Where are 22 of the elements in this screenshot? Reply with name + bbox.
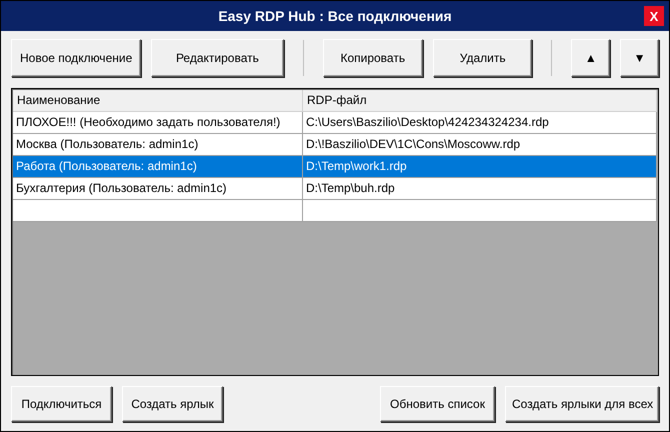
empty-table-cell[interactable] — [13, 200, 303, 222]
move-up-button[interactable]: ▲ — [571, 39, 610, 77]
table-cell[interactable]: Бухгалтерия (Пользователь: admin1c) — [13, 178, 303, 200]
empty-table-cell[interactable] — [303, 200, 657, 222]
table-cell[interactable]: D:\Temp\buh.rdp — [303, 178, 657, 200]
refresh-button[interactable]: Обновить список — [380, 386, 495, 422]
move-down-button[interactable]: ▼ — [620, 39, 659, 77]
create-shortcut-button[interactable]: Создать ярлык — [122, 386, 223, 422]
table-cell[interactable]: Работа (Пользователь: admin1c) — [13, 156, 303, 178]
toolbar-button[interactable]: Редактировать — [151, 39, 284, 77]
column-header[interactable]: Наименование — [13, 90, 303, 112]
window-title: Easy RDP Hub : Все подключения — [218, 8, 452, 24]
create-all-shortcuts-button[interactable]: Создать ярлыки для всех — [505, 386, 659, 422]
table-cell[interactable]: ПЛОХОЕ!!! (Необходимо задать пользователя!) — [13, 112, 303, 134]
table-cell[interactable]: C:\Users\Baszilio\Desktop\424234324234.rdp — [303, 112, 657, 134]
toolbar-button[interactable]: Копировать — [322, 39, 423, 77]
column-header[interactable]: RDP-файл — [303, 90, 657, 112]
connect-button[interactable]: Подключиться — [11, 386, 112, 422]
toolbar-button[interactable]: Удалить — [432, 39, 532, 77]
close-button[interactable]: X — [644, 6, 664, 26]
table-cell[interactable]: D:\Temp\work1.rdp — [303, 156, 657, 178]
toolbar-button[interactable]: Новое подключение — [11, 39, 142, 77]
